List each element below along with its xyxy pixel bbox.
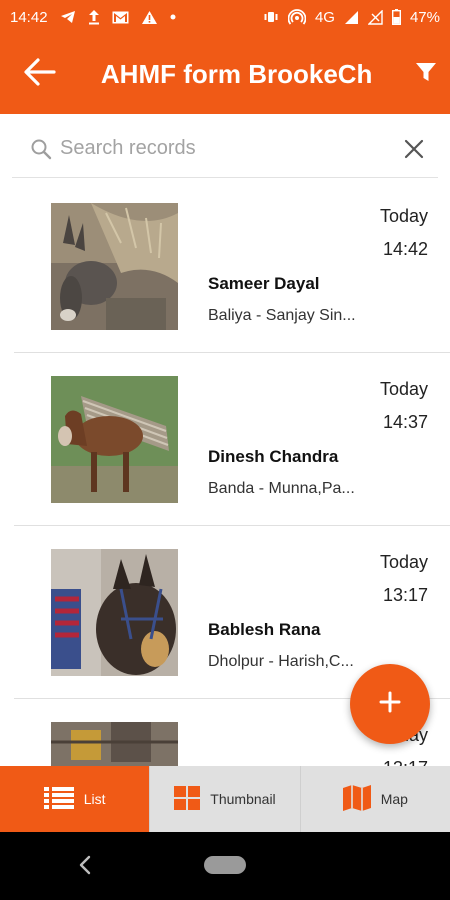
record-photo xyxy=(51,722,178,766)
record-time: 13:17 xyxy=(383,758,428,766)
list-item[interactable]: Today 14:37 Dinesh Chandra Banda - Munna… xyxy=(14,353,450,526)
status-time: 14:42 xyxy=(10,8,48,26)
add-record-button[interactable] xyxy=(350,664,430,744)
filter-icon xyxy=(415,61,437,88)
view-tabs: List Thumbnail Map xyxy=(0,766,450,832)
battery-icon xyxy=(391,9,401,25)
record-subtitle: Baliya - Sanjay Sin... xyxy=(208,307,356,324)
dot-icon xyxy=(170,14,176,20)
record-photo xyxy=(51,203,178,330)
status-bar: 14:42 4G 47% xyxy=(0,0,450,34)
record-time: 14:37 xyxy=(382,412,428,432)
hotspot-icon xyxy=(287,9,306,25)
close-icon[interactable] xyxy=(404,139,424,159)
battery-level: 47% xyxy=(409,8,440,26)
alert-icon xyxy=(141,10,158,25)
tab-list-label: List xyxy=(83,791,106,807)
record-name: Sameer Dayal xyxy=(208,274,320,293)
map-icon xyxy=(342,784,371,814)
gmail-icon xyxy=(112,11,129,24)
list-icon xyxy=(43,786,74,813)
system-nav-bar xyxy=(0,832,450,900)
search-input[interactable] xyxy=(60,137,380,160)
record-time: 14:42 xyxy=(382,239,428,259)
tab-thumbnail-label: Thumbnail xyxy=(210,791,276,807)
record-photo xyxy=(51,549,178,676)
search-bar xyxy=(12,120,438,178)
arrow-left-icon xyxy=(22,57,57,92)
telegram-icon xyxy=(60,10,76,24)
back-button[interactable] xyxy=(0,34,79,114)
nav-home-pill[interactable] xyxy=(204,856,246,874)
record-time: 13:17 xyxy=(382,585,428,605)
tab-map[interactable]: Map xyxy=(301,766,450,832)
record-day: Today xyxy=(379,206,428,226)
nav-back-icon[interactable] xyxy=(78,854,92,881)
list-item[interactable]: Today 14:42 Sameer Dayal Baliya - Sanjay… xyxy=(14,180,450,353)
upload-icon xyxy=(88,9,100,25)
page-title: AHMF form BrookeCh xyxy=(100,58,373,89)
signal-icon xyxy=(344,10,359,25)
tab-thumbnail[interactable]: Thumbnail xyxy=(150,766,301,832)
tab-map-label: Map xyxy=(380,791,408,807)
network-type: 4G xyxy=(314,8,335,26)
record-subtitle: Dholpur - Harish,C... xyxy=(208,653,354,670)
app-bar: AHMF form BrookeCh xyxy=(0,34,450,114)
record-photo xyxy=(51,376,178,503)
filter-button[interactable] xyxy=(407,34,446,114)
vibrate-icon xyxy=(263,11,279,23)
grid-icon xyxy=(174,785,201,813)
tab-list[interactable]: List xyxy=(0,766,151,832)
no-signal-icon xyxy=(367,9,383,25)
record-day: Today xyxy=(379,552,428,572)
search-icon xyxy=(30,138,52,160)
plus-icon xyxy=(379,691,401,718)
record-subtitle: Banda - Munna,Pa... xyxy=(208,480,355,497)
record-day: Today xyxy=(379,379,428,399)
record-name: Bablesh Rana xyxy=(208,620,321,639)
record-name: Dinesh Chandra xyxy=(208,447,339,466)
